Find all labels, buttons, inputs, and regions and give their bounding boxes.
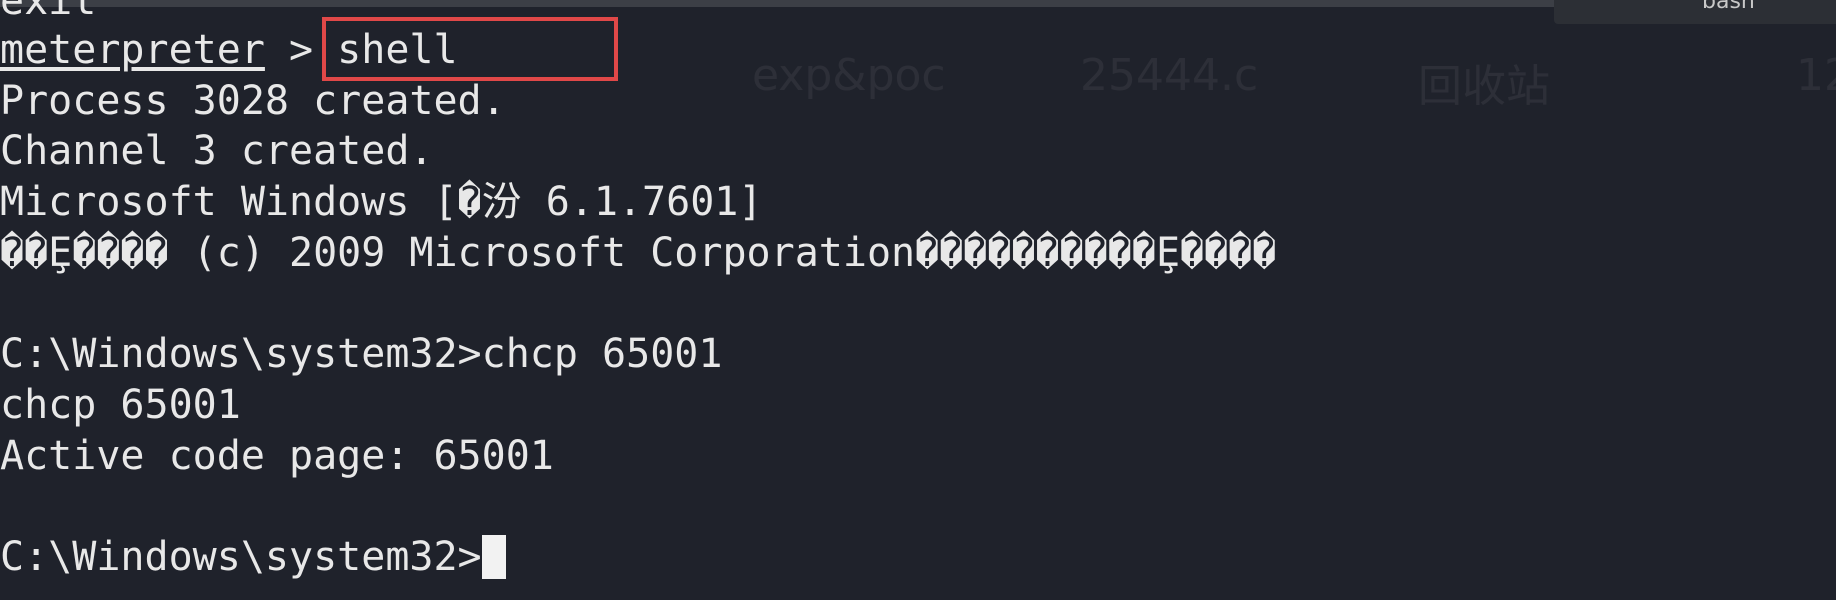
terminal-line: Channel 3 created. (0, 128, 434, 174)
terminal-line: chcp 65001 (0, 382, 241, 428)
command-highlight-box (322, 17, 618, 81)
terminal-output[interactable]: exit meterpreter > shell Process 3028 cr… (0, 0, 1836, 600)
terminal-line: Microsoft Windows [�汾 6.1.7601] (0, 179, 763, 225)
terminal-line: exit (0, 0, 97, 24)
text-cursor (481, 535, 506, 579)
meterpreter-prompt: meterpreter (0, 27, 265, 73)
terminal-line: C:\Windows\system32>chcp 65001 (0, 331, 723, 377)
terminal-window: exp&poc 25444.c 回收站 12 bash exit meterpr… (0, 0, 1836, 600)
terminal-line: ��Ȩ���� (c) 2009 Microsoft Corporation��… (0, 230, 1277, 276)
terminal-line: Process 3028 created. (0, 78, 506, 124)
current-prompt-line[interactable]: C:\Windows\system32> (0, 532, 506, 582)
current-prompt: C:\Windows\system32> (0, 534, 482, 580)
terminal-line: Active code page: 65001 (0, 433, 554, 479)
